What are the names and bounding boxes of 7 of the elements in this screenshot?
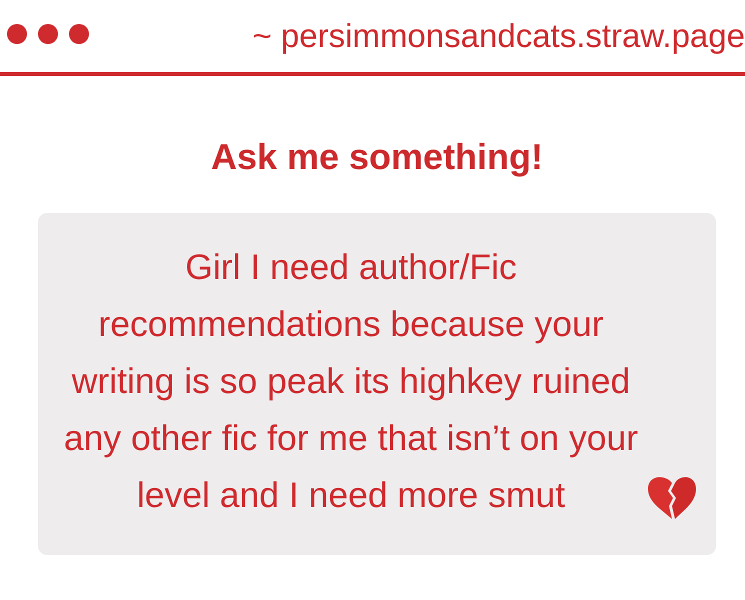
window-dot-icon <box>69 24 89 44</box>
broken-heart-icon <box>648 475 696 520</box>
site-url: ~ persimmonsandcats.straw.page <box>252 16 745 56</box>
window-dot-icon <box>38 24 58 44</box>
page-title: Ask me something! <box>210 135 544 179</box>
question-text: Girl I need author/Fic recommendations because your writing is so peak its highkey ruined any other fic for me that isn’t on your level and I need more smut <box>62 246 640 517</box>
window-dot-icon <box>7 24 27 44</box>
